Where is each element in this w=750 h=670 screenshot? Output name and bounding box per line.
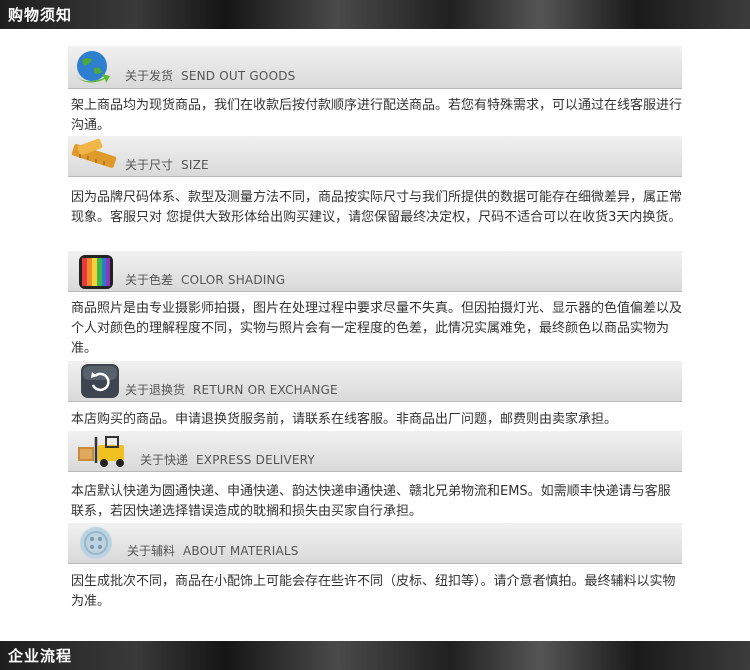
section-heading: 关于尺寸 SIZE bbox=[125, 158, 209, 172]
button-icon bbox=[78, 525, 114, 561]
section-heading: 关于退换货 RETURN OR EXCHANGE bbox=[125, 383, 338, 397]
section-text-return-exchange: 本店购买的商品。申请退换货服务前，请联系在线客服。非商品出厂问题，邮费则由卖家承… bbox=[71, 412, 618, 427]
ruler-icon bbox=[70, 138, 118, 174]
section-size: 关于尺寸 SIZE bbox=[68, 136, 682, 177]
section-text-express-delivery: 本店默认快递为圆通快递、申通快递、韵达快递申通快递、赣北兄弟物流和EMS。如需顺… bbox=[71, 484, 671, 519]
section-text-color-shading: 商品照片是由专业摄影师拍摄，图片在处理过程中要求尽量不失真。但因拍摄灯光、显示器… bbox=[71, 301, 683, 356]
footer-bar: 企业流程 bbox=[0, 641, 750, 670]
section-heading: 关于快递 EXPRESS DELIVERY bbox=[140, 453, 315, 467]
forklift-icon bbox=[76, 433, 136, 469]
section-text-send-out: 架上商品均为现货商品，我们在收款后按付款顺序进行配送商品。若您有特殊需求，可以通… bbox=[71, 98, 683, 133]
section-title-shopping-notice: 购物须知 bbox=[8, 6, 73, 24]
globe-arrow-icon bbox=[70, 46, 114, 88]
section-heading: 关于色差 COLOR SHADING bbox=[125, 273, 286, 287]
section-text-size: 因为品牌尺码体系、款型及测量方法不同，商品按实际尺寸与我们所提供的数据可能存在细… bbox=[71, 190, 683, 225]
section-color-shading: 关于色差 COLOR SHADING bbox=[68, 251, 682, 292]
section-heading: 关于发货 SEND OUT GOODS bbox=[125, 69, 296, 83]
section-heading: 关于辅料 ABOUT MATERIALS bbox=[127, 544, 299, 558]
section-title-company-process: 企业流程 bbox=[8, 647, 73, 665]
header-bar: 购物须知 bbox=[0, 0, 750, 29]
section-send-out-goods: 关于发货 SEND OUT GOODS bbox=[68, 46, 682, 90]
section-express-delivery: 关于快递 EXPRESS DELIVERY bbox=[68, 431, 682, 472]
section-text-about-materials: 因生成批次不同，商品在小配饰上可能会存在些许不同（皮标、纽扣等）。请介意者慎拍。… bbox=[71, 574, 676, 609]
color-swatch-icon bbox=[78, 254, 114, 290]
return-icon bbox=[80, 363, 120, 399]
section-about-materials: 关于辅料 ABOUT MATERIALS bbox=[68, 523, 682, 564]
section-return-exchange: 关于退换货 RETURN OR EXCHANGE bbox=[68, 361, 682, 402]
